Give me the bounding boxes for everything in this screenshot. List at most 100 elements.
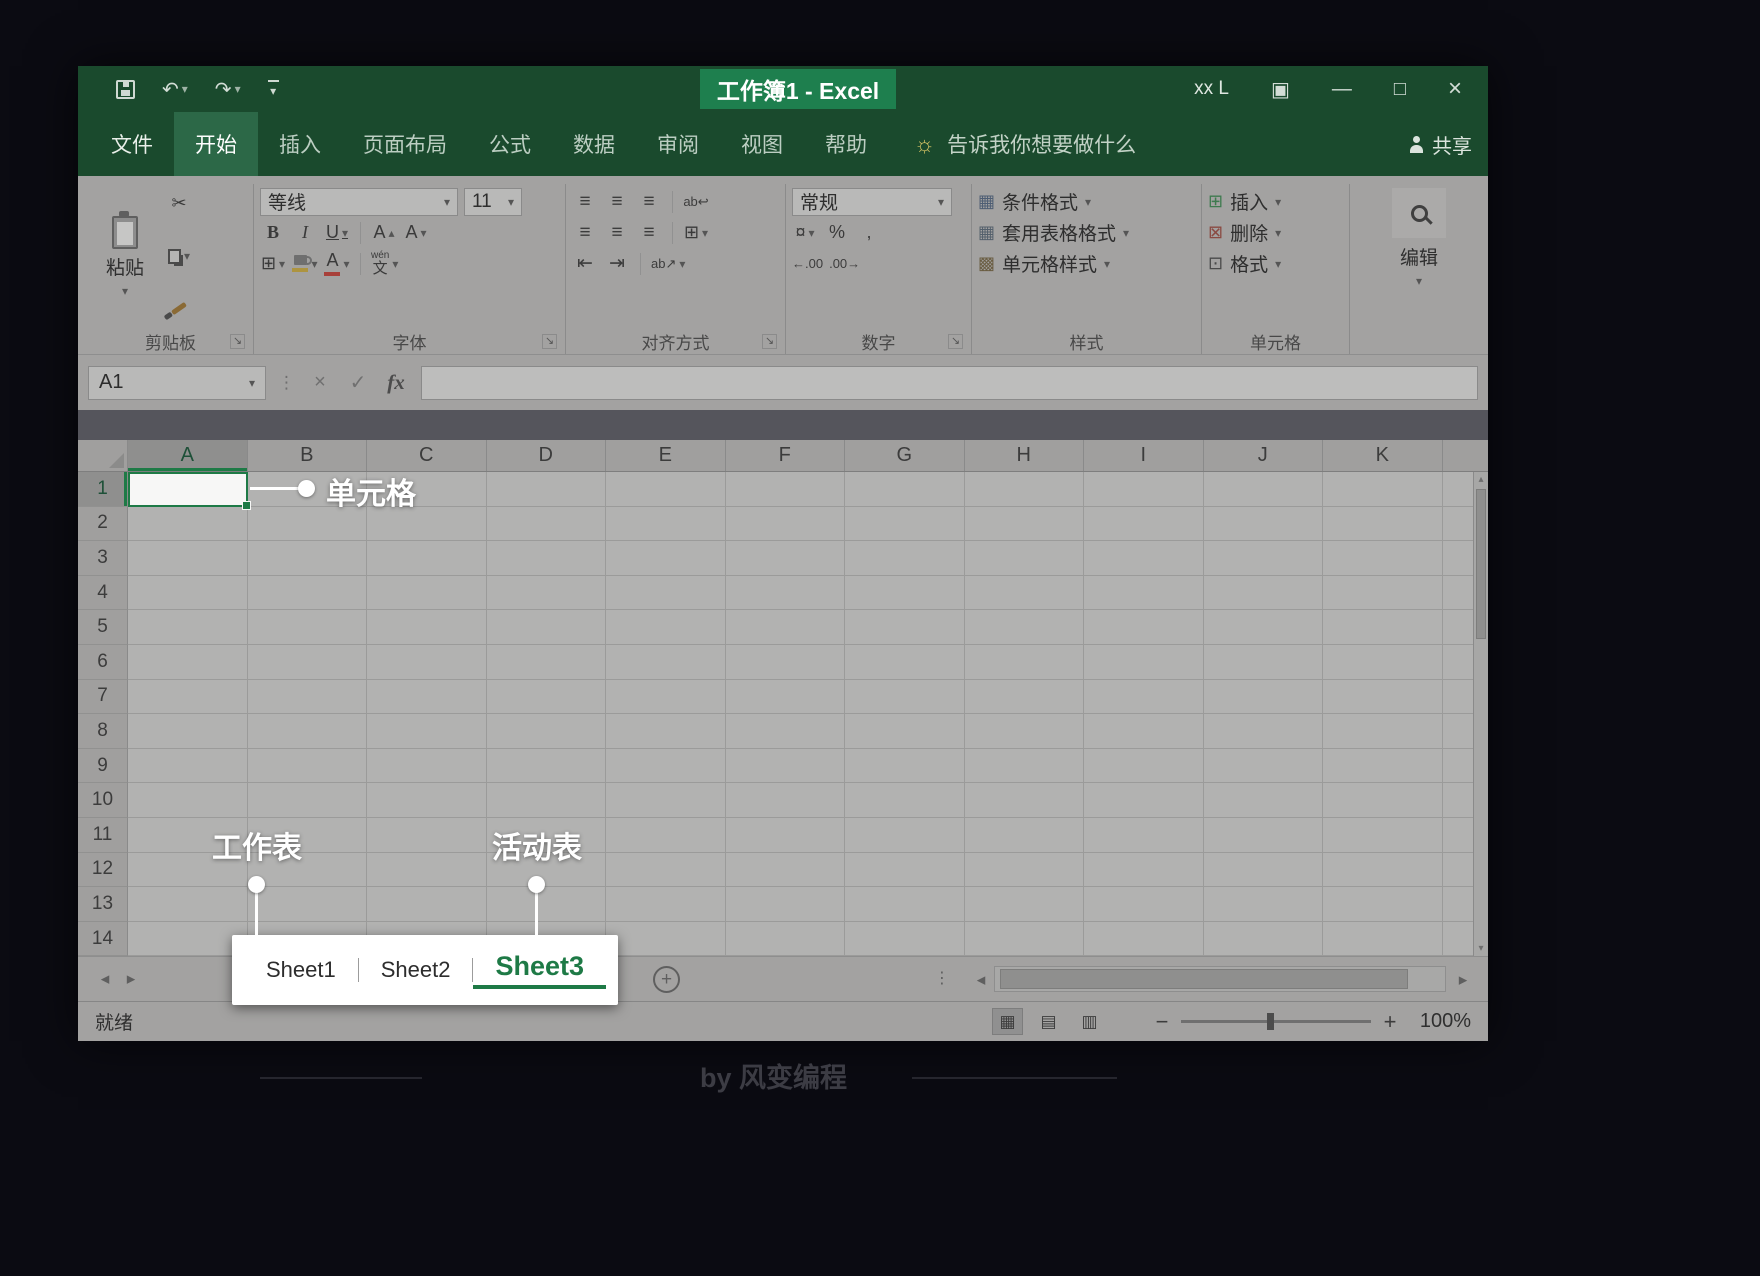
cell-I13[interactable] xyxy=(1084,887,1204,922)
cell-F14[interactable] xyxy=(726,922,846,956)
cancel-entry-button[interactable]: × xyxy=(307,371,333,394)
cell-C7[interactable] xyxy=(367,680,487,715)
cell-C4[interactable] xyxy=(367,576,487,611)
tab-insert[interactable]: 插入 xyxy=(258,112,342,176)
insert-cells-button[interactable]: ⊞ 插入▾ xyxy=(1208,186,1343,217)
row-header-8[interactable]: 8 xyxy=(78,714,128,749)
cell-E6[interactable] xyxy=(606,645,726,680)
merge-center-button[interactable]: ⊞▾ xyxy=(683,219,709,246)
dialog-launcher-icon[interactable]: ↘ xyxy=(230,334,245,349)
format-painter-button[interactable] xyxy=(166,295,192,322)
cell-I12[interactable] xyxy=(1084,853,1204,888)
view-page-break-button[interactable]: ▥ xyxy=(1074,1008,1105,1035)
cell-H4[interactable] xyxy=(965,576,1085,611)
cell-B10[interactable] xyxy=(248,783,368,818)
cut-button[interactable]: ✂ xyxy=(166,190,192,217)
cell-I11[interactable] xyxy=(1084,818,1204,853)
decrease-indent-button[interactable]: ⇤ xyxy=(572,250,598,277)
cell-J13[interactable] xyxy=(1204,887,1324,922)
cell-B9[interactable] xyxy=(248,749,368,784)
cell-J8[interactable] xyxy=(1204,714,1324,749)
font-color-button[interactable]: A▾ xyxy=(324,250,350,277)
cell-G13[interactable] xyxy=(845,887,965,922)
row-header-12[interactable]: 12 xyxy=(78,853,128,888)
column-header-C[interactable]: C xyxy=(367,440,487,471)
cell-B7[interactable] xyxy=(248,680,368,715)
shrink-font-button[interactable]: A▾ xyxy=(403,219,429,246)
row-header-2[interactable]: 2 xyxy=(78,507,128,542)
font-size-select[interactable]: 11▾ xyxy=(464,188,522,216)
cell-F12[interactable] xyxy=(726,853,846,888)
column-header-E[interactable]: E xyxy=(606,440,726,471)
underline-button[interactable]: U▾ xyxy=(324,219,350,246)
customize-quick-access-button[interactable]: ▾ xyxy=(268,80,279,98)
enter-entry-button[interactable]: ✓ xyxy=(345,370,371,395)
cell-D1[interactable] xyxy=(487,472,607,507)
cell-I5[interactable] xyxy=(1084,610,1204,645)
cell-B5[interactable] xyxy=(248,610,368,645)
cell-D2[interactable] xyxy=(487,507,607,542)
cell-I6[interactable] xyxy=(1084,645,1204,680)
format-cells-button[interactable]: ⊡ 格式▾ xyxy=(1208,248,1343,279)
tab-formulas[interactable]: 公式 xyxy=(468,112,552,176)
zoom-slider[interactable] xyxy=(1181,1020,1371,1023)
grow-font-button[interactable]: A▴ xyxy=(371,219,397,246)
row-header-6[interactable]: 6 xyxy=(78,645,128,680)
cell-F8[interactable] xyxy=(726,714,846,749)
cell-G1[interactable] xyxy=(845,472,965,507)
cell-K7[interactable] xyxy=(1323,680,1443,715)
cell-D9[interactable] xyxy=(487,749,607,784)
formula-input[interactable] xyxy=(421,366,1478,400)
redo-button[interactable]: ↷▾ xyxy=(215,77,241,102)
cell-G3[interactable] xyxy=(845,541,965,576)
insert-function-button[interactable]: fx xyxy=(383,370,409,395)
cell-A3[interactable] xyxy=(128,541,248,576)
row-header-13[interactable]: 13 xyxy=(78,887,128,922)
cell-H11[interactable] xyxy=(965,818,1085,853)
find-select-button[interactable] xyxy=(1392,188,1446,238)
cell-I8[interactable] xyxy=(1084,714,1204,749)
align-right-button[interactable]: ≡ xyxy=(636,219,662,246)
column-header-D[interactable]: D xyxy=(487,440,607,471)
cell-K3[interactable] xyxy=(1323,541,1443,576)
account-name[interactable]: xx L xyxy=(1194,78,1229,100)
cell-G11[interactable] xyxy=(845,818,965,853)
cell-J10[interactable] xyxy=(1204,783,1324,818)
cell-G9[interactable] xyxy=(845,749,965,784)
cell-C8[interactable] xyxy=(367,714,487,749)
hscroll-right-button[interactable]: ▸ xyxy=(1450,970,1476,990)
cell-E12[interactable] xyxy=(606,853,726,888)
cell-I14[interactable] xyxy=(1084,922,1204,956)
align-left-button[interactable]: ≡ xyxy=(572,219,598,246)
cell-J3[interactable] xyxy=(1204,541,1324,576)
cell-E5[interactable] xyxy=(606,610,726,645)
ribbon-display-options-button[interactable]: ▣ xyxy=(1271,77,1290,102)
phonetic-guide-button[interactable]: wén文▾ xyxy=(371,250,398,277)
percent-style-button[interactable]: % xyxy=(824,219,850,246)
cell-K13[interactable] xyxy=(1323,887,1443,922)
cell-A14[interactable] xyxy=(128,922,248,956)
cell-F1[interactable] xyxy=(726,472,846,507)
cell-E3[interactable] xyxy=(606,541,726,576)
cell-K14[interactable] xyxy=(1323,922,1443,956)
increase-indent-button[interactable]: ⇥ xyxy=(604,250,630,277)
cell-K6[interactable] xyxy=(1323,645,1443,680)
cell-J1[interactable] xyxy=(1204,472,1324,507)
tab-page-layout[interactable]: 页面布局 xyxy=(342,112,468,176)
minimize-button[interactable]: — xyxy=(1332,78,1352,101)
conditional-formatting-button[interactable]: ▦ 条件格式▾ xyxy=(978,186,1195,217)
cell-F11[interactable] xyxy=(726,818,846,853)
cell-E13[interactable] xyxy=(606,887,726,922)
cell-D13[interactable] xyxy=(487,887,607,922)
sheet-tab-sheet2[interactable]: Sheet2 xyxy=(359,957,473,983)
tell-me-box[interactable]: 告诉我你想要做什么 xyxy=(947,129,1136,159)
cell-E11[interactable] xyxy=(606,818,726,853)
maximize-button[interactable]: □ xyxy=(1394,78,1406,101)
cell-C9[interactable] xyxy=(367,749,487,784)
cell-F2[interactable] xyxy=(726,507,846,542)
cell-B6[interactable] xyxy=(248,645,368,680)
cell-H13[interactable] xyxy=(965,887,1085,922)
cell-K5[interactable] xyxy=(1323,610,1443,645)
cell-E7[interactable] xyxy=(606,680,726,715)
cell-H10[interactable] xyxy=(965,783,1085,818)
